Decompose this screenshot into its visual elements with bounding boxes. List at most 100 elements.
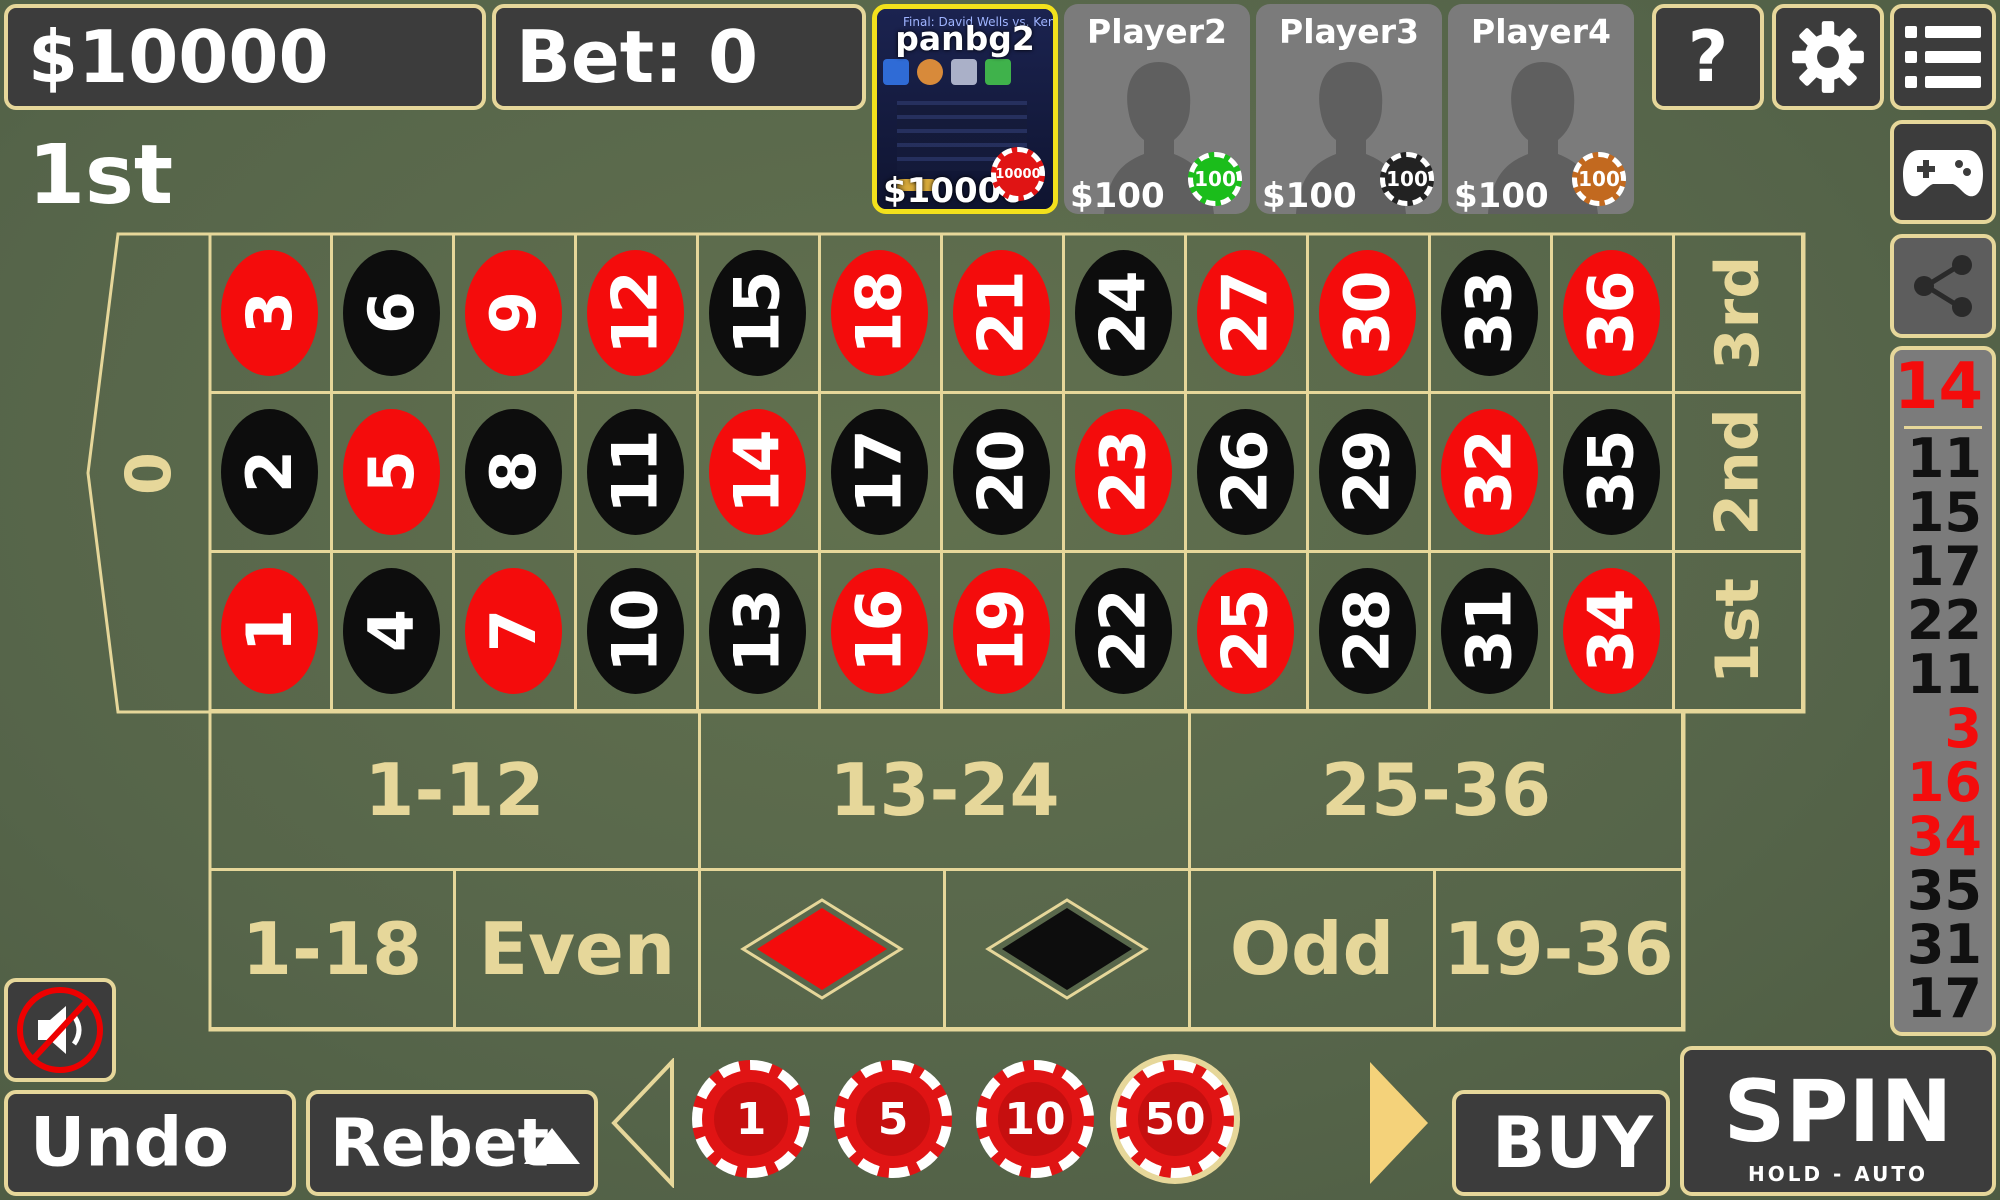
number-cell-3[interactable]: 3 (211, 235, 333, 394)
dozen-label: 25-36 (1320, 748, 1552, 832)
number-cell-11[interactable]: 11 (577, 394, 699, 553)
number-cell-36[interactable]: 36 (1553, 235, 1675, 394)
rebet-button[interactable]: Rebet (306, 1090, 598, 1196)
number-oval: 20 (953, 409, 1050, 535)
history-panel: 14 11 15 17 22 11 3 16 34 35 31 17 (1890, 346, 1996, 1036)
number-label: 18 (843, 271, 916, 355)
number-cell-28[interactable]: 28 (1309, 553, 1431, 712)
number-label: 20 (965, 430, 1038, 514)
chip-1[interactable]: 1 (692, 1060, 810, 1178)
number-cell-22[interactable]: 22 (1065, 553, 1187, 712)
player-card-4[interactable]: Player4 $100 100 (1448, 4, 1634, 214)
history-latest: 14 (1894, 350, 1984, 424)
player-card-2[interactable]: Player2 $100 100 (1064, 4, 1250, 214)
number-cell-17[interactable]: 17 (821, 394, 943, 553)
number-cell-30[interactable]: 30 (1309, 235, 1431, 394)
chip-value: 1 (714, 1082, 788, 1156)
chip-5[interactable]: 5 (834, 1060, 952, 1178)
number-oval: 7 (465, 568, 562, 694)
number-oval: 29 (1319, 409, 1416, 535)
number-cell-25[interactable]: 25 (1187, 553, 1309, 712)
number-cell-8[interactable]: 8 (455, 394, 577, 553)
number-cell-7[interactable]: 7 (455, 553, 577, 712)
column-bet-2nd[interactable]: 2nd (1675, 394, 1804, 553)
number-cell-23[interactable]: 23 (1065, 394, 1187, 553)
gamepad-button[interactable] (1890, 120, 1996, 224)
chip-value: 5 (856, 1082, 930, 1156)
number-cell-19[interactable]: 19 (943, 553, 1065, 712)
number-cell-29[interactable]: 29 (1309, 394, 1431, 553)
dozen-1-12[interactable]: 1-12 (211, 712, 701, 871)
number-label: 14 (721, 430, 794, 514)
help-icon: ? (1687, 16, 1729, 98)
column-bet-3rd[interactable]: 3rd (1675, 235, 1804, 394)
number-cell-14[interactable]: 14 (699, 394, 821, 553)
buy-button[interactable]: BUY (1452, 1090, 1670, 1196)
bet-even[interactable]: Even (456, 871, 701, 1030)
number-oval: 5 (343, 409, 440, 535)
chips-next-icon[interactable] (1368, 1058, 1432, 1188)
mute-button[interactable] (4, 978, 116, 1082)
number-label: 12 (599, 271, 672, 355)
number-cell-5[interactable]: 5 (333, 394, 455, 553)
zero-cell[interactable]: 0 (88, 234, 210, 712)
number-cell-35[interactable]: 35 (1553, 394, 1675, 553)
number-cell-18[interactable]: 18 (821, 235, 943, 394)
column-label: 3rd (1702, 255, 1773, 371)
column-bet-1st[interactable]: 1st (1675, 553, 1804, 712)
black-diamond-icon (985, 898, 1149, 1000)
number-cell-16[interactable]: 16 (821, 553, 943, 712)
number-cell-10[interactable]: 10 (577, 553, 699, 712)
bet-odd[interactable]: Odd (1191, 871, 1436, 1030)
history-item: 11 (1906, 643, 1982, 706)
number-cell-15[interactable]: 15 (699, 235, 821, 394)
chip-10[interactable]: 10 (976, 1060, 1094, 1178)
player-card-3[interactable]: Player3 $100 100 (1256, 4, 1442, 214)
rebet-label: Rebet (330, 1104, 550, 1182)
number-cell-27[interactable]: 27 (1187, 235, 1309, 394)
bet-red[interactable] (701, 871, 946, 1030)
settings-button[interactable] (1772, 4, 1884, 110)
number-oval: 17 (831, 409, 928, 535)
number-cell-31[interactable]: 31 (1431, 553, 1553, 712)
number-cell-13[interactable]: 13 (699, 553, 821, 712)
number-cell-2[interactable]: 2 (211, 394, 333, 553)
number-cell-12[interactable]: 12 (577, 235, 699, 394)
number-cell-24[interactable]: 24 (1065, 235, 1187, 394)
number-cell-20[interactable]: 20 (943, 394, 1065, 553)
number-oval: 6 (343, 250, 440, 376)
bet-black[interactable] (946, 871, 1191, 1030)
history-list: 11 15 17 22 11 3 16 34 35 31 17 (1894, 432, 1992, 1026)
dozen-13-24[interactable]: 13-24 (701, 712, 1191, 871)
number-oval: 4 (343, 568, 440, 694)
player-card-1[interactable]: Final: David Wells vs. Kentaro panbg2 $1… (872, 4, 1058, 214)
number-oval: 25 (1197, 568, 1294, 694)
number-label: 27 (1209, 271, 1282, 355)
number-cell-26[interactable]: 26 (1187, 394, 1309, 553)
number-cell-21[interactable]: 21 (943, 235, 1065, 394)
red-diamond-icon (740, 898, 904, 1000)
bet-1-18[interactable]: 1-18 (211, 871, 456, 1030)
number-cell-1[interactable]: 1 (211, 553, 333, 712)
undo-label: Undo (30, 1103, 230, 1183)
menu-button[interactable] (1890, 4, 1996, 110)
round-label: 1st (28, 128, 174, 223)
chip-50[interactable]: 50 (1116, 1060, 1234, 1178)
number-cell-32[interactable]: 32 (1431, 394, 1553, 553)
bet-19-36[interactable]: 19-36 (1436, 871, 1684, 1030)
chips-prev-icon[interactable] (610, 1058, 674, 1188)
dozen-25-36[interactable]: 25-36 (1191, 712, 1684, 871)
number-cell-33[interactable]: 33 (1431, 235, 1553, 394)
number-oval: 32 (1441, 409, 1538, 535)
number-cell-4[interactable]: 4 (333, 553, 455, 712)
bet-label: Odd (1229, 907, 1395, 991)
help-button[interactable]: ? (1652, 4, 1764, 110)
number-cell-34[interactable]: 34 (1553, 553, 1675, 712)
number-cell-9[interactable]: 9 (455, 235, 577, 394)
share-button[interactable] (1890, 234, 1996, 338)
number-cell-6[interactable]: 6 (333, 235, 455, 394)
spin-button[interactable]: SPIN HOLD - AUTO (1680, 1046, 1996, 1196)
undo-button[interactable]: Undo (4, 1090, 296, 1196)
history-item: 16 (1906, 751, 1982, 814)
column-label: 1st (1703, 577, 1773, 685)
